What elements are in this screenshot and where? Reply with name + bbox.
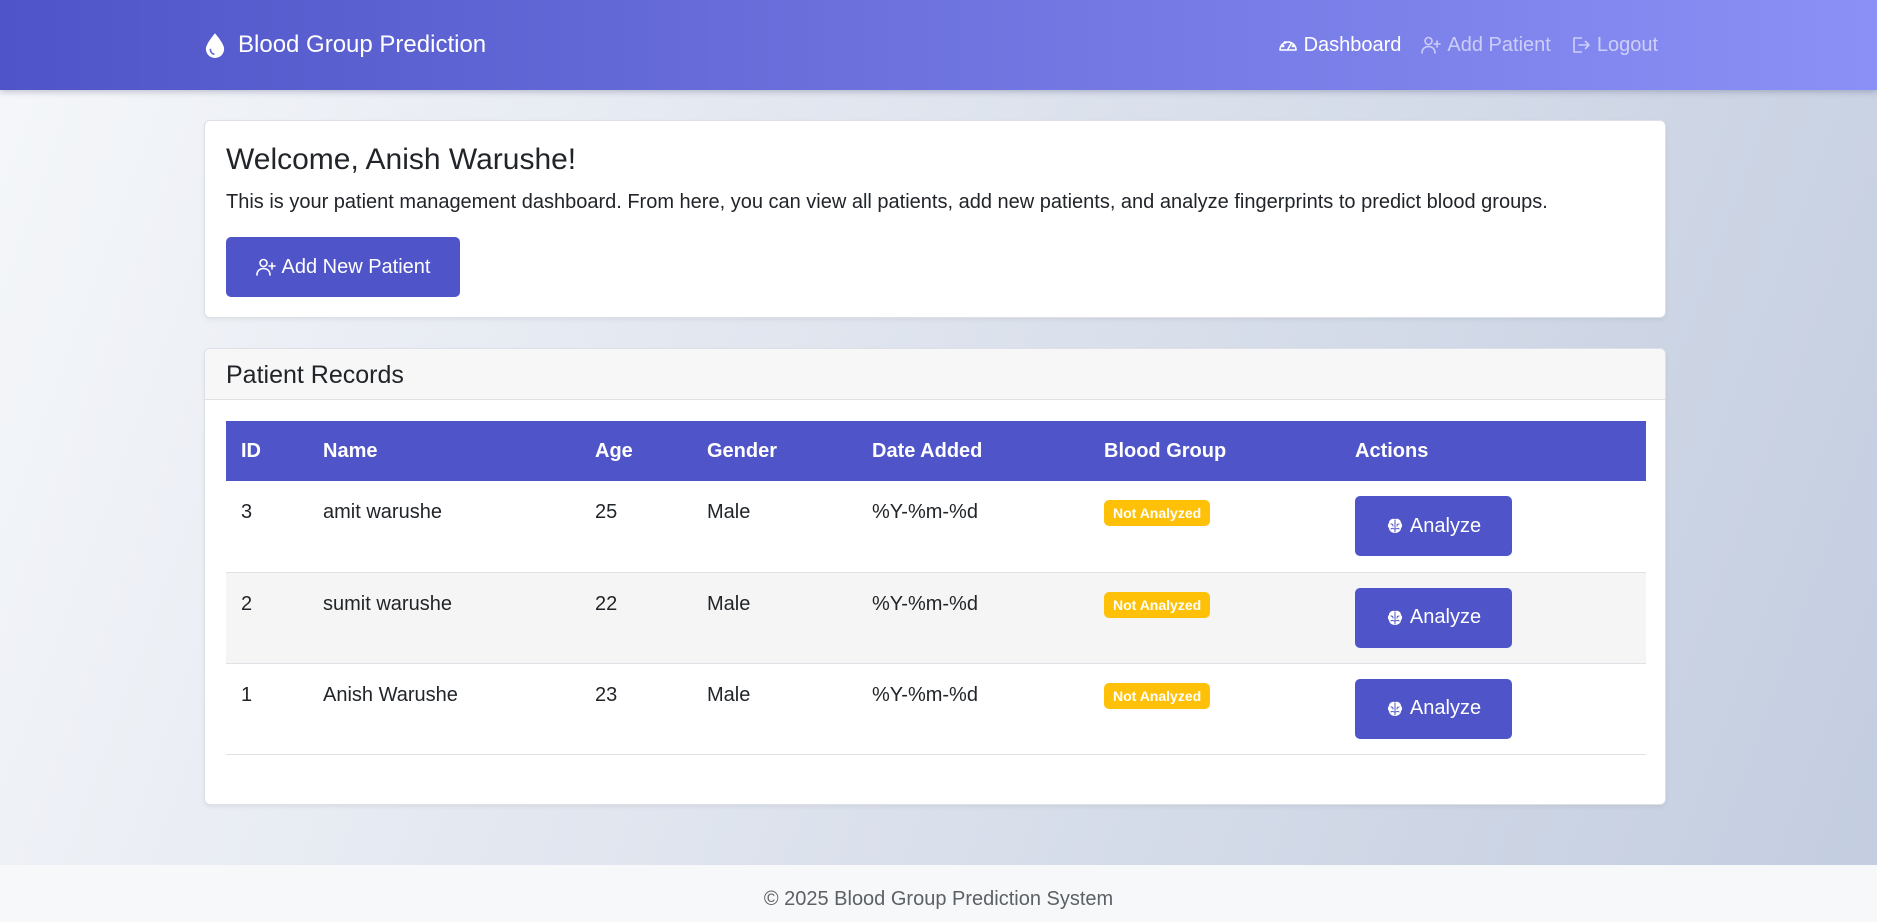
welcome-title: Welcome, Anish Warushe! xyxy=(226,143,577,176)
cell-date-added: %Y-%m-%d xyxy=(857,481,1089,573)
speedometer-icon xyxy=(1278,41,1297,51)
cell-date-added: %Y-%m-%d xyxy=(857,572,1089,664)
cell-id: 1 xyxy=(226,663,308,755)
add-new-patient-button[interactable]: Add New Patient xyxy=(226,237,460,297)
brain-icon xyxy=(1387,610,1403,625)
cell-id: 3 xyxy=(226,481,308,573)
navbar: Blood Group Prediction Dashboard Add Pat… xyxy=(0,0,1877,90)
nav-add-patient[interactable]: Add Patient xyxy=(1421,33,1551,57)
table-row: 2 sumit warushe 22 Male %Y-%m-%d Not Ana… xyxy=(226,572,1646,664)
patient-table: ID Name Age Gender Date Added Blood Grou… xyxy=(226,421,1646,755)
cell-name: Anish Warushe xyxy=(308,663,580,755)
cell-actions: Analyze xyxy=(1340,663,1646,755)
add-new-patient-label: Add New Patient xyxy=(281,255,431,278)
cell-gender: Male xyxy=(692,481,857,573)
column-header-gender: Gender xyxy=(707,439,778,462)
footer-copyright: © 2025 Blood Group Prediction System xyxy=(763,888,1114,910)
column-header-blood-group: Blood Group xyxy=(1104,439,1227,462)
cell-gender: Male xyxy=(692,663,857,755)
column-header-date-added: Date Added xyxy=(872,439,983,462)
cell-age: 23 xyxy=(580,663,692,755)
footer: © 2025 Blood Group Prediction System xyxy=(0,865,1877,922)
cell-actions: Analyze xyxy=(1340,481,1646,573)
welcome-description: This is your patient management dashboar… xyxy=(226,191,1548,213)
cell-age: 25 xyxy=(580,481,692,573)
table-header-row: ID Name Age Gender Date Added Blood Grou… xyxy=(226,421,1646,481)
status-badge: Not Analyzed xyxy=(1104,591,1211,618)
column-header-actions: Actions xyxy=(1355,439,1429,462)
nav-links: Dashboard Add Patient Logout xyxy=(1278,30,1658,60)
cell-blood-group: Not Analyzed xyxy=(1089,481,1340,573)
brain-icon xyxy=(1387,518,1403,533)
nav-add-patient-label: Add Patient xyxy=(1447,33,1551,56)
droplet-icon xyxy=(205,33,225,58)
nav-dashboard-label: Dashboard xyxy=(1303,33,1402,56)
cell-date-added: %Y-%m-%d xyxy=(857,663,1089,755)
nav-logout[interactable]: Logout xyxy=(1571,34,1658,57)
cell-actions: Analyze xyxy=(1340,572,1646,664)
brand-link[interactable]: Blood Group Prediction xyxy=(204,28,486,62)
analyze-button[interactable]: Analyze xyxy=(1355,587,1512,648)
column-header-age: Age xyxy=(595,439,633,462)
cell-blood-group: Not Analyzed xyxy=(1089,572,1340,664)
records-header: Patient Records xyxy=(205,349,1665,400)
cell-gender: Male xyxy=(692,572,857,664)
analyze-button-label: Analyze xyxy=(1409,514,1482,537)
column-header-name: Name xyxy=(323,439,378,462)
cell-name: sumit warushe xyxy=(308,572,580,664)
logout-icon xyxy=(1573,37,1590,53)
cell-age: 22 xyxy=(580,572,692,664)
brain-icon xyxy=(1387,701,1403,716)
cell-blood-group: Not Analyzed xyxy=(1089,663,1340,755)
status-badge: Not Analyzed xyxy=(1104,500,1211,526)
table-row: 1 Anish Warushe 23 Male %Y-%m-%d Not Ana… xyxy=(226,663,1646,755)
cell-id: 2 xyxy=(226,572,308,664)
records-title: Patient Records xyxy=(226,361,404,389)
analyze-button-label: Analyze xyxy=(1409,697,1482,719)
table-row: 3 amit warushe 25 Male %Y-%m-%d Not Anal… xyxy=(226,481,1646,573)
column-header-id: ID xyxy=(241,439,261,462)
status-badge: Not Analyzed xyxy=(1104,682,1211,709)
person-plus-icon xyxy=(1421,36,1442,54)
analyze-button[interactable]: Analyze xyxy=(1355,496,1512,556)
nav-logout-label: Logout xyxy=(1596,33,1658,56)
nav-dashboard[interactable]: Dashboard xyxy=(1278,33,1402,57)
person-plus-icon xyxy=(255,258,276,276)
brand-title: Blood Group Prediction xyxy=(238,31,487,58)
patient-records-card: Patient Records ID Name Age Gender Date … xyxy=(204,348,1666,805)
welcome-card: Welcome, Anish Warushe! This is your pat… xyxy=(204,120,1666,318)
cell-name: amit warushe xyxy=(308,481,580,573)
analyze-button[interactable]: Analyze xyxy=(1355,678,1512,739)
analyze-button-label: Analyze xyxy=(1409,606,1482,628)
